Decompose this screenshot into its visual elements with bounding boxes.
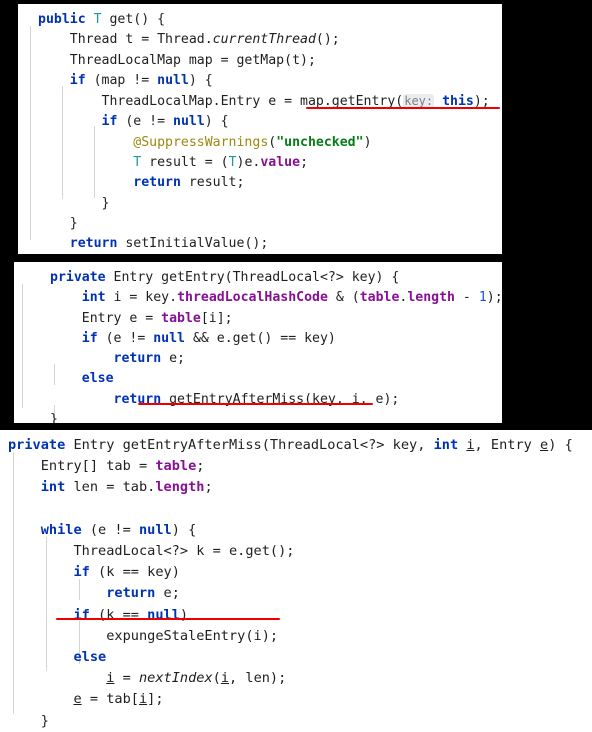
code-snippet-getentryaftermiss: private Entry getEntryAfterMiss(ThreadLo… [0, 430, 592, 732]
code-snippet-threadlocal-get: public T get() { Thread t = Thread.curre… [18, 4, 502, 254]
code-line: int i = key.threadLocalHashCode & (table… [81, 290, 502, 306]
code-line: Thread t = Thread.currentThread(); [38, 32, 340, 48]
code-line: Entry e = table[i]; [50, 310, 233, 326]
code-line: public T get() { [38, 12, 166, 27]
code-line: i = nextIndex(i, len); [106, 670, 287, 687]
code-line: return setInitialValue(); [69, 236, 269, 252]
annotation-underline-expungestaleentry [56, 618, 280, 620]
annotation-underline-getentry [306, 107, 500, 109]
code-block-2[interactable]: private Entry getEntry(ThreadLocal<?> ke… [14, 262, 502, 423]
code-line: return e; [113, 351, 185, 367]
code-snippet-getentry: private Entry getEntry(ThreadLocal<?> ke… [14, 262, 502, 423]
code-line: } [38, 215, 78, 231]
code-block-1[interactable]: public T get() { Thread t = Thread.curre… [18, 4, 502, 254]
code-line: ThreadLocal<?> k = e.get(); [8, 543, 295, 560]
code-line: ThreadLocalMap map = getMap(t); [38, 52, 316, 68]
code-line: else [73, 649, 107, 666]
code-line: int len = tab.length; [40, 479, 213, 496]
code-line: if (k == null) [73, 606, 189, 623]
code-line: if (e != null) { [101, 114, 229, 130]
code-line: if (e != null && e.get() == key) [81, 330, 336, 346]
code-line: return result; [133, 175, 245, 191]
code-line-highlighted: expungeStaleEntry(i); [8, 627, 279, 644]
annotation-underline-getentryaftermiss [138, 403, 373, 405]
code-line: if (map != null) { [69, 72, 213, 88]
code-line: } [50, 412, 58, 423]
code-line: e = tab[i]; [73, 691, 164, 708]
code-line: private Entry getEntryAfterMiss(ThreadLo… [8, 437, 573, 453]
code-line: while (e != null) { [40, 521, 197, 538]
code-line: T result = (T)e.value; [133, 155, 309, 171]
code-line: return e; [106, 585, 180, 602]
indent-guide [30, 26, 31, 240]
code-line: Entry[] tab = table; [8, 458, 205, 475]
code-line: private Entry getEntry(ThreadLocal<?> ke… [50, 270, 400, 285]
code-line: else [81, 371, 114, 387]
code-line: if (k == key) [73, 564, 180, 581]
code-line: @SuppressWarnings("unchecked") [133, 134, 372, 150]
code-line: } [8, 712, 49, 729]
code-line: } [38, 195, 110, 211]
indent-guide [22, 284, 23, 408]
screenshot-root: public T get() { Thread t = Thread.curre… [0, 0, 592, 732]
code-block-3[interactable]: private Entry getEntryAfterMiss(ThreadLo… [0, 430, 592, 732]
